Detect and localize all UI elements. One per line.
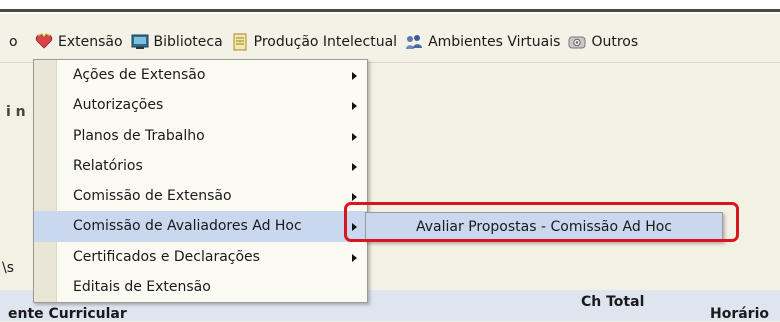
window-top-border [0,0,780,14]
submenu-arrow-icon [352,72,357,80]
background-text-fragment-1: i n [6,104,26,120]
menu-item-biblioteca-label: Biblioteca [153,34,223,50]
menu-item-label: Ações de Extensão [73,67,206,83]
menu-item-extensao-label: Extensão [58,34,123,50]
submenu-arrow-icon [352,162,357,171]
menu-item-ambientes-virtuais[interactable]: Ambientes Virtuais [401,22,564,62]
settings-icon [568,36,586,49]
document-icon [233,33,247,51]
menu-item-producao-label: Produção Intelectual [253,34,398,50]
table-col-componente: ente Curricular [8,306,127,322]
menu-item-editais-de-extensao[interactable]: Editais de Extensão [34,272,367,302]
menu-item-comissao-de-extensao[interactable]: Comissão de Extensão [34,181,367,211]
annotation-highlight-box [344,202,739,242]
submenu-arrow-icon [352,102,357,111]
menu-item-ambientes-label: Ambientes Virtuais [428,34,561,50]
menu-item-label: Comissão de Extensão [73,188,232,205]
submenu-arrow-icon [352,132,357,141]
table-col-ch-total: Ch Total [581,294,645,310]
menu-item-label: Comissão de Avaliadores Ad Hoc [73,218,302,235]
submenu-arrow-icon [352,253,357,262]
menu-item-outros[interactable]: Outros [564,22,642,62]
table-col-horario: Horário [710,306,770,322]
menu-item-extensao[interactable]: Extensão [31,22,127,62]
main-menubar: o Extensão Biblioteca Produção Intelectu… [0,22,780,63]
heart-icon [35,33,53,49]
menu-item-cut-label: o [9,34,18,50]
menu-item-relatorios[interactable]: Relatórios [34,151,367,181]
background-text-fragment-2: \s [2,260,15,276]
menu-item-biblioteca[interactable]: Biblioteca [127,22,227,62]
menu-item-label: Autorizações [73,97,164,114]
menu-item-certificados-e-declaracoes[interactable]: Certificados e Declarações [34,242,367,272]
menu-item-label: Relatórios [73,157,143,174]
menu-item-acoes-de-extensao[interactable]: Ações de Extensão [34,60,367,90]
menu-item-label: Editais de Extensão [73,279,211,296]
menu-item-autorizacoes[interactable]: Autorizações [34,90,367,120]
menu-item-planos-de-trabalho[interactable]: Planos de Trabalho [34,121,367,151]
menu-item-cut[interactable]: o [0,22,31,62]
people-icon [406,35,423,49]
monitor-icon [131,34,149,49]
menu-item-outros-label: Outros [591,34,639,50]
extensao-dropdown-menu: Ações de Extensão Autorizações Planos de… [33,59,368,304]
menu-item-label: Planos de Trabalho [73,127,205,144]
menu-item-producao-intelectual[interactable]: Produção Intelectual [227,22,401,62]
submenu-arrow-icon [352,193,357,202]
menu-item-comissao-avaliadores-ad-hoc[interactable]: Comissão de Avaliadores Ad Hoc [34,211,367,242]
menu-item-label: Certificados e Declarações [73,248,260,265]
